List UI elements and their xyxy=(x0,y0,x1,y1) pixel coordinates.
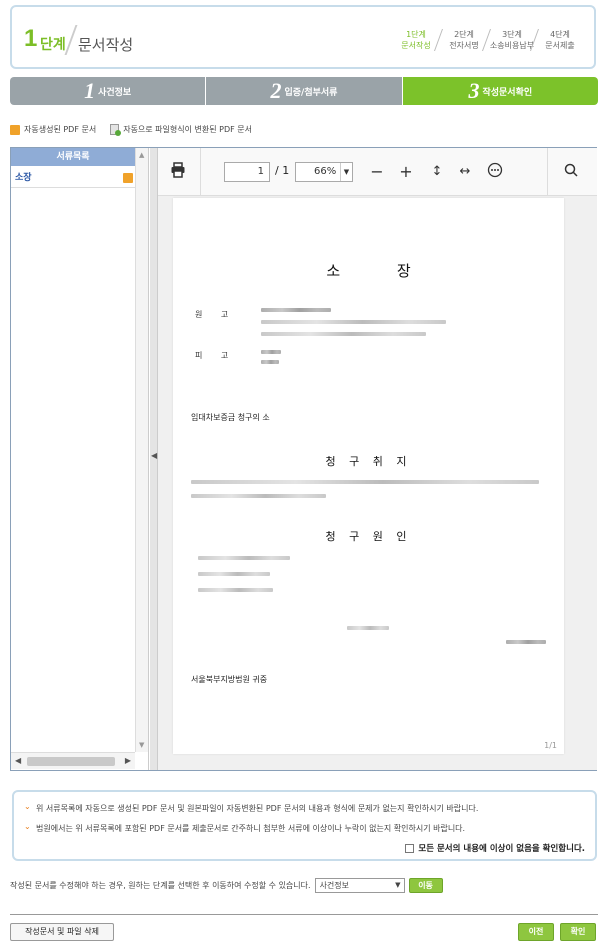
redacted-text xyxy=(506,640,546,644)
scroll-up-icon[interactable]: ▲ xyxy=(139,151,144,159)
chevron-down-icon: ⌄ xyxy=(24,822,31,831)
document-list-item[interactable]: 소장 xyxy=(11,170,135,188)
plaintiff-label: 원 고 xyxy=(195,310,237,319)
viewer-toolbar: 1 / 1 66% ▼ − + ↕ ↔ xyxy=(158,148,597,196)
chevron-down-icon: ▼ xyxy=(340,163,352,181)
chevron-down-icon: ▼ xyxy=(395,881,401,889)
mini-step-2: 2단계 전자서명 xyxy=(440,29,488,51)
scroll-down-icon[interactable]: ▼ xyxy=(139,741,144,749)
redacted-text xyxy=(261,320,446,324)
horizontal-scrollbar[interactable]: ◀ ▶ xyxy=(11,752,135,769)
court-name: 서울북부지방법원 귀중 xyxy=(191,675,268,684)
vertical-scrollbar[interactable]: ▲ ▼ xyxy=(135,148,148,752)
auto-pdf-icon xyxy=(10,124,20,135)
step-label: 단계 xyxy=(40,37,66,53)
fit-height-icon[interactable]: ↕ xyxy=(427,162,447,182)
auto-pdf-icon xyxy=(123,173,133,183)
step-tabs: 1 사건정보 2 입증/첨부서류 3 작성문서확인 xyxy=(10,77,598,105)
redacted-text xyxy=(261,350,281,354)
converted-pdf-icon xyxy=(110,124,122,136)
zoom-in-icon[interactable]: + xyxy=(396,162,416,182)
collapse-left-icon[interactable]: ◀ xyxy=(151,451,157,460)
step-header: 1 단계 문서작성 1단계 문서작성 2단계 전자서명 3단계 소송비용납부 4단계 문… xyxy=(10,5,596,69)
redacted-text xyxy=(198,572,270,576)
document-title: 소 장 xyxy=(326,262,437,280)
redacted-text xyxy=(347,626,389,630)
scroll-right-icon[interactable]: ▶ xyxy=(125,756,131,765)
divider xyxy=(64,25,78,55)
step-progress: 1단계 문서작성 2단계 전자서명 3단계 소송비용납부 4단계 문서제출 xyxy=(392,29,584,51)
step-number: 1 xyxy=(24,25,38,52)
mini-step-3: 3단계 소송비용납부 xyxy=(489,30,535,50)
document-list-panel: 서류목록 소장 ▲ ▼ ◀ ▶ xyxy=(11,148,149,770)
page-total: / 1 xyxy=(275,164,290,177)
zoom-select[interactable]: 66% ▼ xyxy=(295,162,353,182)
notice-line-1: 위 서류목록에 자동으로 생성된 PDF 문서 및 원본파일이 자동변환된 PD… xyxy=(36,804,479,813)
redacted-text xyxy=(191,480,539,484)
pdf-viewer: 1 / 1 66% ▼ − + ↕ ↔ 소 장 원 고 피 고 임대차보증금 청… xyxy=(158,148,597,770)
tab-evidence[interactable]: 2 입증/첨부서류 xyxy=(206,77,403,105)
cause-section-title: 청 구 원 인 xyxy=(325,530,412,543)
page-footer-number: 1/1 xyxy=(544,741,557,750)
divider xyxy=(10,914,598,915)
notice-line-2: 법원에서는 위 서류목록에 포함된 PDF 문서를 제출문서로 간주하니 첨부한… xyxy=(36,824,466,833)
case-name: 임대차보증금 청구의 소 xyxy=(191,413,270,422)
delete-button[interactable]: 작성문서 및 파일 삭제 xyxy=(10,923,114,941)
redacted-text xyxy=(261,308,331,312)
redacted-text xyxy=(198,588,273,592)
scroll-left-icon[interactable]: ◀ xyxy=(15,756,21,765)
claim-section-title: 청 구 취 지 xyxy=(325,455,412,468)
ok-button[interactable]: 확인 xyxy=(560,923,596,941)
step-select[interactable]: 사건정보 ▼ xyxy=(314,878,405,893)
pdf-page: 소 장 원 고 피 고 임대차보증금 청구의 소 청 구 취 지 청 구 원 인… xyxy=(173,198,564,754)
prev-button[interactable]: 이전 xyxy=(518,923,554,941)
confirm-checkbox[interactable]: 모든 문서의 내용에 이상이 없음을 확인합니다. xyxy=(405,842,585,854)
page-title: 문서작성 xyxy=(78,36,134,54)
redacted-text xyxy=(261,332,426,336)
redacted-text xyxy=(261,360,279,364)
redacted-text xyxy=(198,556,290,560)
mini-step-4: 4단계 문서제출 xyxy=(536,29,584,51)
page-number-input[interactable]: 1 xyxy=(224,162,270,182)
fit-width-icon[interactable]: ↔ xyxy=(455,162,475,182)
document-frame: 서류목록 소장 ▲ ▼ ◀ ▶ ◀ 1 / 1 66% ▼ − + ↕ ↔ 소 … xyxy=(10,147,597,771)
zoom-out-icon[interactable]: − xyxy=(367,162,387,182)
redacted-text xyxy=(191,494,326,498)
document-list-title: 서류목록 xyxy=(11,148,135,166)
scroll-thumb[interactable] xyxy=(27,757,115,766)
modify-help-text: 작성된 문서를 수정해야 하는 경우, 원하는 단계를 선택한 후 이동하여 수… xyxy=(10,881,311,890)
print-icon[interactable] xyxy=(168,162,188,182)
more-options-icon[interactable] xyxy=(485,162,505,182)
mini-step-1: 1단계 문서작성 xyxy=(401,30,431,50)
defendant-label: 피 고 xyxy=(195,351,237,360)
tab-document-review[interactable]: 3 작성문서확인 xyxy=(402,77,598,105)
checkbox[interactable] xyxy=(405,843,415,853)
notice-box: ⌄ 위 서류목록에 자동으로 생성된 PDF 문서 및 원본파일이 자동변환된 … xyxy=(12,790,597,861)
tab-case-info[interactable]: 1 사건정보 xyxy=(10,77,207,105)
move-button[interactable]: 이동 xyxy=(408,878,443,893)
icon-legend: 자동생성된 PDF 문서 자동으로 파일형식이 변환된 PDF 문서 xyxy=(10,124,252,136)
chevron-down-icon: ⌄ xyxy=(24,802,31,811)
panel-splitter[interactable]: ◀ xyxy=(150,148,158,770)
modify-row: 작성된 문서를 수정해야 하는 경우, 원하는 단계를 선택한 후 이동하여 수… xyxy=(10,878,443,893)
search-icon[interactable] xyxy=(561,162,581,182)
